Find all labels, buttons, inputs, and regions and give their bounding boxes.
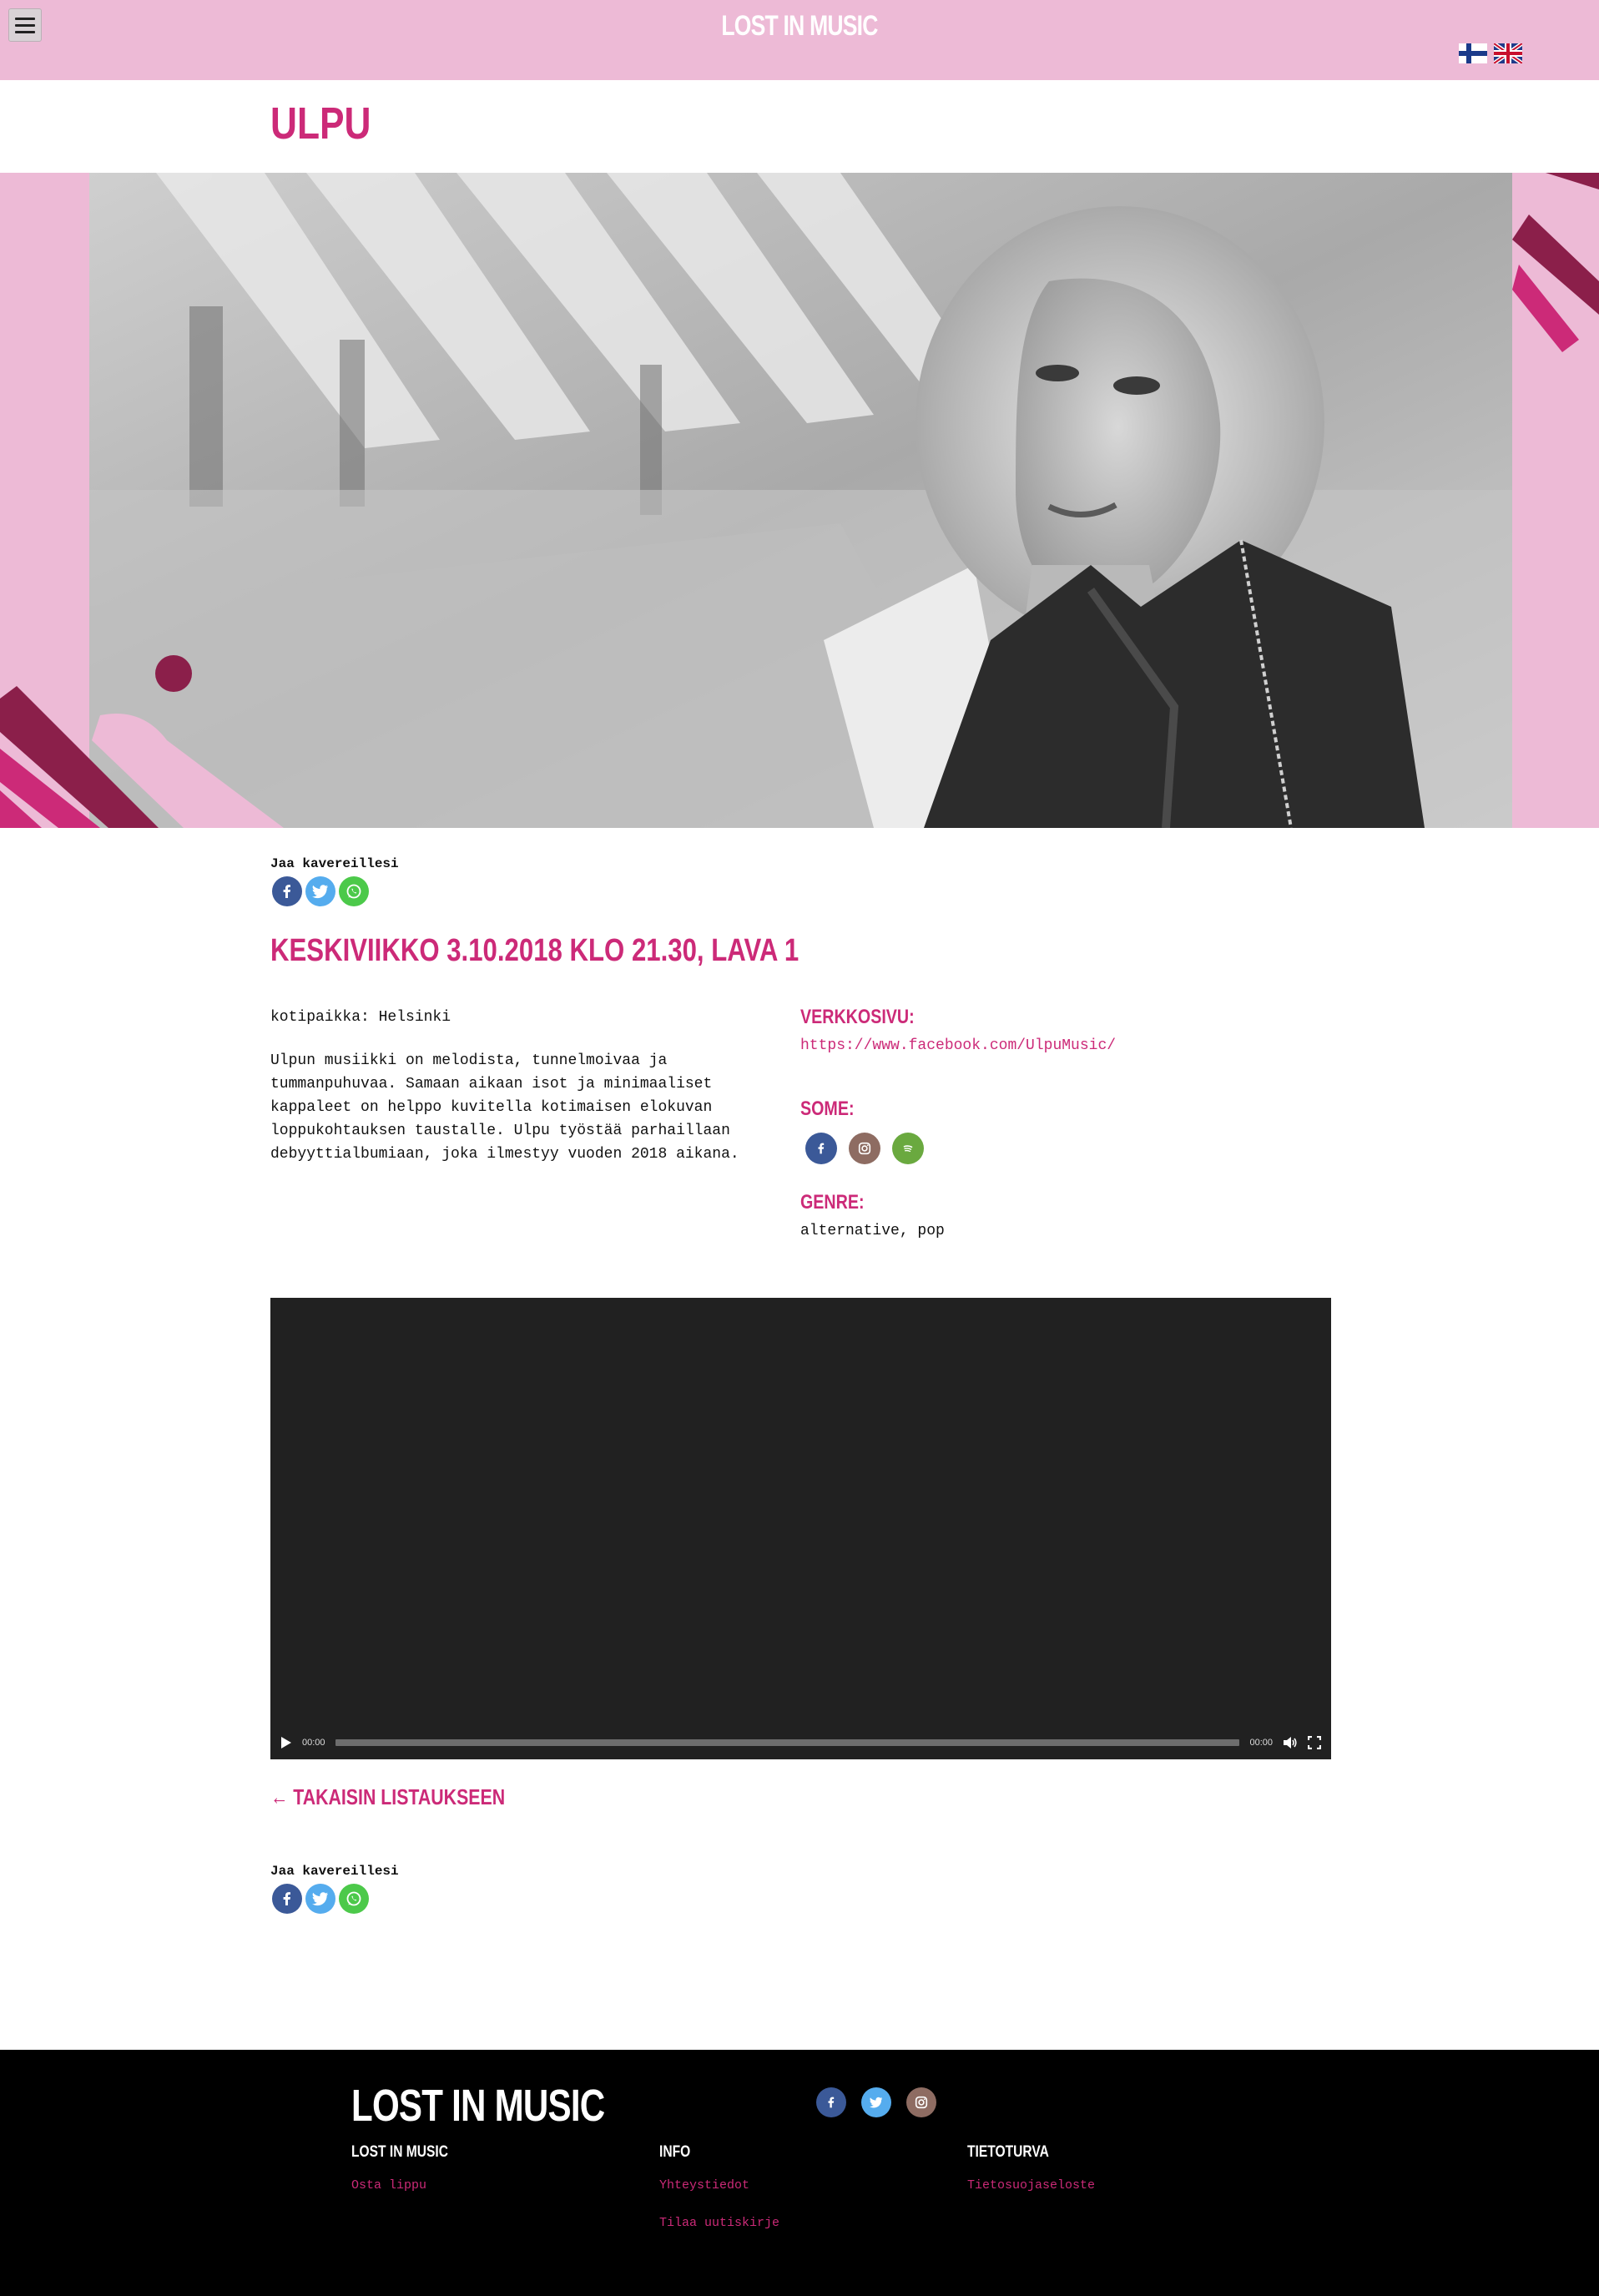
twitter-share-button[interactable] bbox=[305, 876, 335, 906]
facebook-link-button[interactable] bbox=[805, 1133, 837, 1164]
buy-ticket-link[interactable]: Osta lippu bbox=[351, 2178, 469, 2193]
whatsapp-share-button[interactable] bbox=[339, 1884, 369, 1914]
facebook-icon bbox=[818, 1143, 825, 1154]
share-buttons bbox=[272, 876, 369, 906]
instagram-icon bbox=[915, 2096, 928, 2109]
footer-column-info: INFO Yhteystiedot Tilaa uutiskirje bbox=[659, 2143, 779, 2230]
duration: 00:00 bbox=[1249, 1738, 1273, 1748]
spotify-link-button[interactable] bbox=[892, 1133, 924, 1164]
artist-details: VERKKOSIVU: https://www.facebook.com/Ulp… bbox=[800, 1006, 1334, 1239]
back-link-label: TAKAISIN LISTAUKSEEN bbox=[293, 1784, 506, 1809]
hamburger-menu-button[interactable] bbox=[8, 8, 42, 42]
fullscreen-button[interactable] bbox=[1308, 1736, 1321, 1749]
share-buttons-bottom bbox=[272, 1884, 369, 1914]
genre-value: alternative, pop bbox=[800, 1223, 945, 1239]
artist-photo bbox=[89, 173, 1512, 828]
hamburger-icon-line bbox=[15, 17, 35, 20]
whatsapp-icon bbox=[346, 884, 361, 899]
footer-column-privacy: TIETOTURVA Tietosuojaseloste bbox=[967, 2143, 1095, 2193]
footer-social-icons bbox=[816, 2087, 936, 2117]
play-button[interactable] bbox=[280, 1736, 292, 1749]
artist-description: Ulpun musiikki on melodista, tunnelmoiva… bbox=[270, 1052, 739, 1163]
mute-button[interactable] bbox=[1283, 1736, 1298, 1749]
twitter-icon bbox=[312, 885, 328, 899]
progress-bar[interactable] bbox=[335, 1739, 1240, 1746]
site-logo[interactable]: LOST IN MUSIC bbox=[176, 10, 1423, 43]
event-date-heading: KESKIVIIKKO 3.10.2018 KLO 21.30, LAVA 1 bbox=[270, 933, 800, 968]
site-header: LOST IN MUSIC bbox=[0, 0, 1599, 80]
play-icon bbox=[281, 1737, 291, 1748]
footer-column-heading: LOST IN MUSIC bbox=[351, 2143, 448, 2161]
footer-column-heading: TIETOTURVA bbox=[967, 2143, 1049, 2161]
facebook-icon bbox=[828, 2097, 835, 2108]
facebook-share-button[interactable] bbox=[272, 1884, 302, 1914]
instagram-icon bbox=[858, 1142, 871, 1155]
footer-facebook-button[interactable] bbox=[816, 2087, 846, 2117]
footer-twitter-button[interactable] bbox=[861, 2087, 891, 2117]
page-title: ULPU bbox=[270, 98, 371, 149]
artist-info: kotipaikka: Helsinki Ulpun musiikki on m… bbox=[270, 1006, 754, 1186]
language-switcher bbox=[1459, 43, 1522, 63]
decor-stripes-right bbox=[1512, 173, 1599, 352]
twitter-icon bbox=[312, 1892, 328, 1906]
spotify-icon bbox=[903, 1145, 913, 1153]
hamburger-icon-line bbox=[15, 30, 35, 33]
footer-column-heading: INFO bbox=[659, 2143, 691, 2161]
decor-stripes-left bbox=[0, 655, 284, 828]
arrow-left-icon: ← bbox=[270, 1784, 294, 1809]
share-label-bottom: Jaa kavereillesi bbox=[270, 1864, 399, 1879]
whatsapp-icon bbox=[346, 1891, 361, 1906]
genre-heading: GENRE: bbox=[800, 1191, 865, 1214]
facebook-icon bbox=[283, 1892, 290, 1905]
hometown-text: kotipaikka: Helsinki bbox=[270, 1009, 451, 1026]
video-controls: 00:00 00:00 bbox=[270, 1726, 1331, 1759]
privacy-policy-link[interactable]: Tietosuojaseloste bbox=[967, 2178, 1095, 2193]
english-flag-icon[interactable] bbox=[1494, 43, 1522, 63]
volume-icon bbox=[1284, 1737, 1297, 1748]
hero-banner bbox=[0, 173, 1599, 828]
newsletter-link[interactable]: Tilaa uutiskirje bbox=[659, 2216, 779, 2230]
website-link[interactable]: https://www.facebook.com/UlpuMusic/ bbox=[800, 1037, 1116, 1054]
twitter-share-button[interactable] bbox=[305, 1884, 335, 1914]
finnish-flag-icon[interactable] bbox=[1459, 43, 1487, 63]
some-icons bbox=[805, 1133, 1334, 1164]
contact-link[interactable]: Yhteystiedot bbox=[659, 2178, 779, 2193]
some-heading: SOME: bbox=[800, 1098, 855, 1120]
share-label: Jaa kavereillesi bbox=[270, 856, 399, 871]
fullscreen-icon bbox=[1308, 1736, 1321, 1749]
hamburger-icon-line bbox=[15, 23, 35, 27]
footer-column-lost-in-music: LOST IN MUSIC Osta lippu bbox=[351, 2143, 469, 2193]
instagram-link-button[interactable] bbox=[849, 1133, 880, 1164]
back-to-listing-link[interactable]: ← TAKAISIN LISTAUKSEEN bbox=[270, 1784, 505, 1810]
footer-instagram-button[interactable] bbox=[906, 2087, 936, 2117]
current-time: 00:00 bbox=[302, 1738, 325, 1748]
facebook-icon bbox=[283, 885, 290, 898]
video-player[interactable]: 00:00 00:00 bbox=[270, 1298, 1331, 1759]
website-heading: VERKKOSIVU: bbox=[800, 1006, 915, 1028]
footer-logo[interactable]: LOST IN MUSIC bbox=[351, 2080, 605, 2132]
whatsapp-share-button[interactable] bbox=[339, 876, 369, 906]
facebook-share-button[interactable] bbox=[272, 876, 302, 906]
site-footer: LOST IN MUSIC LOST IN MUSIC Osta lippu I… bbox=[0, 2050, 1599, 2296]
twitter-icon bbox=[870, 2097, 883, 2108]
